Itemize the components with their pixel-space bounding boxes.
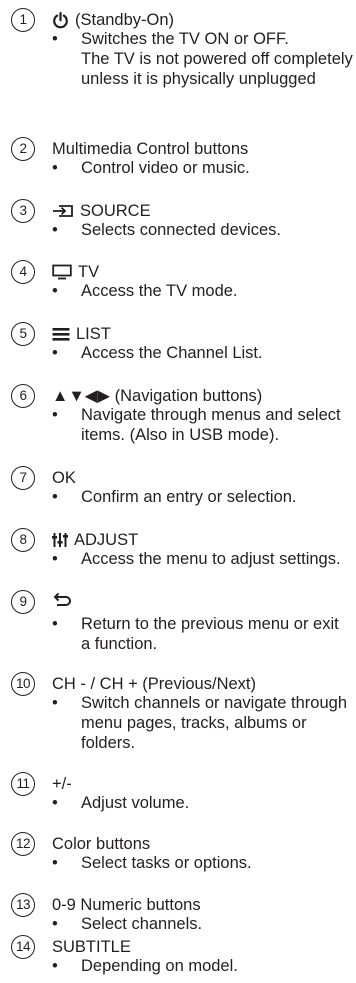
- item-number: 7: [11, 466, 35, 490]
- item-title: [52, 592, 78, 608]
- item-number: 6: [11, 384, 35, 408]
- item-description-text: Switch channels or navigate through menu…: [81, 694, 347, 752]
- item-number: 11: [11, 772, 35, 796]
- item-description-text: Confirm an entry or selection.: [81, 488, 297, 506]
- item-number: 9: [11, 590, 35, 614]
- bullet: •: [52, 344, 58, 362]
- item-number: 2: [11, 137, 35, 161]
- bullet: •: [52, 159, 58, 177]
- item-title-text: 0-9 Numeric buttons: [52, 896, 201, 914]
- item-description-text: Selects connected devices.: [81, 221, 281, 239]
- item-title-text: CH - / CH + (Previous/Next): [52, 675, 256, 693]
- item-description-text: Select tasks or options.: [81, 854, 252, 872]
- adjust-icon: [52, 532, 68, 548]
- item-title-text: Multimedia Control buttons: [52, 140, 249, 158]
- item-description-text: Return to the previous menu or exit a fu…: [81, 615, 339, 653]
- item-description-text: Select channels.: [81, 915, 203, 933]
- item-title-text: ▲▼◀▶ (Navigation buttons): [52, 387, 263, 405]
- item-title: +/-: [52, 774, 72, 794]
- item-title: 0-9 Numeric buttons: [52, 895, 201, 915]
- item-description-text: Access the menu to adjust settings.: [81, 550, 341, 568]
- item-title-text: TV: [78, 263, 100, 281]
- bullet: •: [52, 406, 58, 424]
- bullet: •: [52, 488, 58, 506]
- tv-icon: [52, 264, 72, 280]
- power-icon: [52, 11, 69, 29]
- item-number: 14: [11, 935, 35, 959]
- back-icon: [52, 592, 72, 608]
- bullet: •: [52, 854, 58, 872]
- list-icon: [52, 326, 70, 342]
- item-title: TV: [52, 262, 99, 282]
- item-number: 5: [11, 322, 35, 346]
- item-number: 1: [11, 8, 35, 32]
- item-title: (Standby-On): [52, 10, 174, 30]
- item-description-text: Access the TV mode.: [81, 282, 238, 300]
- source-icon: [52, 203, 74, 219]
- item-title: CH - / CH + (Previous/Next): [52, 674, 256, 694]
- bullet: •: [52, 615, 58, 633]
- bullet: •: [52, 794, 58, 812]
- bullet: •: [52, 30, 58, 48]
- item-number: 8: [11, 528, 35, 552]
- item-description-text: Switches the TV ON or OFF. The TV is not…: [81, 30, 353, 88]
- item-description-text: Navigate through menus and select items.…: [81, 406, 341, 444]
- bullet: •: [52, 915, 58, 933]
- item-number: 4: [11, 260, 35, 284]
- item-title-text: (Standby-On): [75, 11, 175, 29]
- bullet: •: [52, 694, 58, 712]
- item-title-text: Color buttons: [52, 835, 151, 853]
- item-title-text: SUBTITLE: [52, 938, 131, 956]
- item-description-text: Adjust volume.: [81, 794, 190, 812]
- item-description-text: Control video or music.: [81, 159, 250, 177]
- item-title: ▲▼◀▶ (Navigation buttons): [52, 386, 262, 406]
- bullet: •: [52, 550, 58, 568]
- item-title: Color buttons: [52, 834, 150, 854]
- item-title-text: LIST: [76, 325, 111, 343]
- item-title: LIST: [52, 324, 111, 344]
- item-title: OK: [52, 468, 76, 488]
- item-description-text: Access the Channel List.: [81, 344, 263, 362]
- item-number: 3: [11, 199, 35, 223]
- item-number: 13: [11, 893, 35, 917]
- item-description-text: Depending on model.: [81, 957, 238, 975]
- bullet: •: [52, 282, 58, 300]
- item-title: SUBTITLE: [52, 937, 131, 957]
- item-number: 10: [11, 672, 35, 696]
- item-title: SOURCE: [52, 201, 151, 221]
- item-title-text: OK: [52, 469, 76, 487]
- item-number: 12: [11, 832, 35, 856]
- item-title: ADJUST: [52, 530, 138, 550]
- bullet: •: [52, 221, 58, 239]
- item-title-text: +/-: [52, 775, 72, 793]
- item-title-text: SOURCE: [80, 202, 151, 220]
- bullet: •: [52, 957, 58, 975]
- item-title-text: ADJUST: [74, 531, 139, 549]
- item-title: Multimedia Control buttons: [52, 139, 248, 159]
